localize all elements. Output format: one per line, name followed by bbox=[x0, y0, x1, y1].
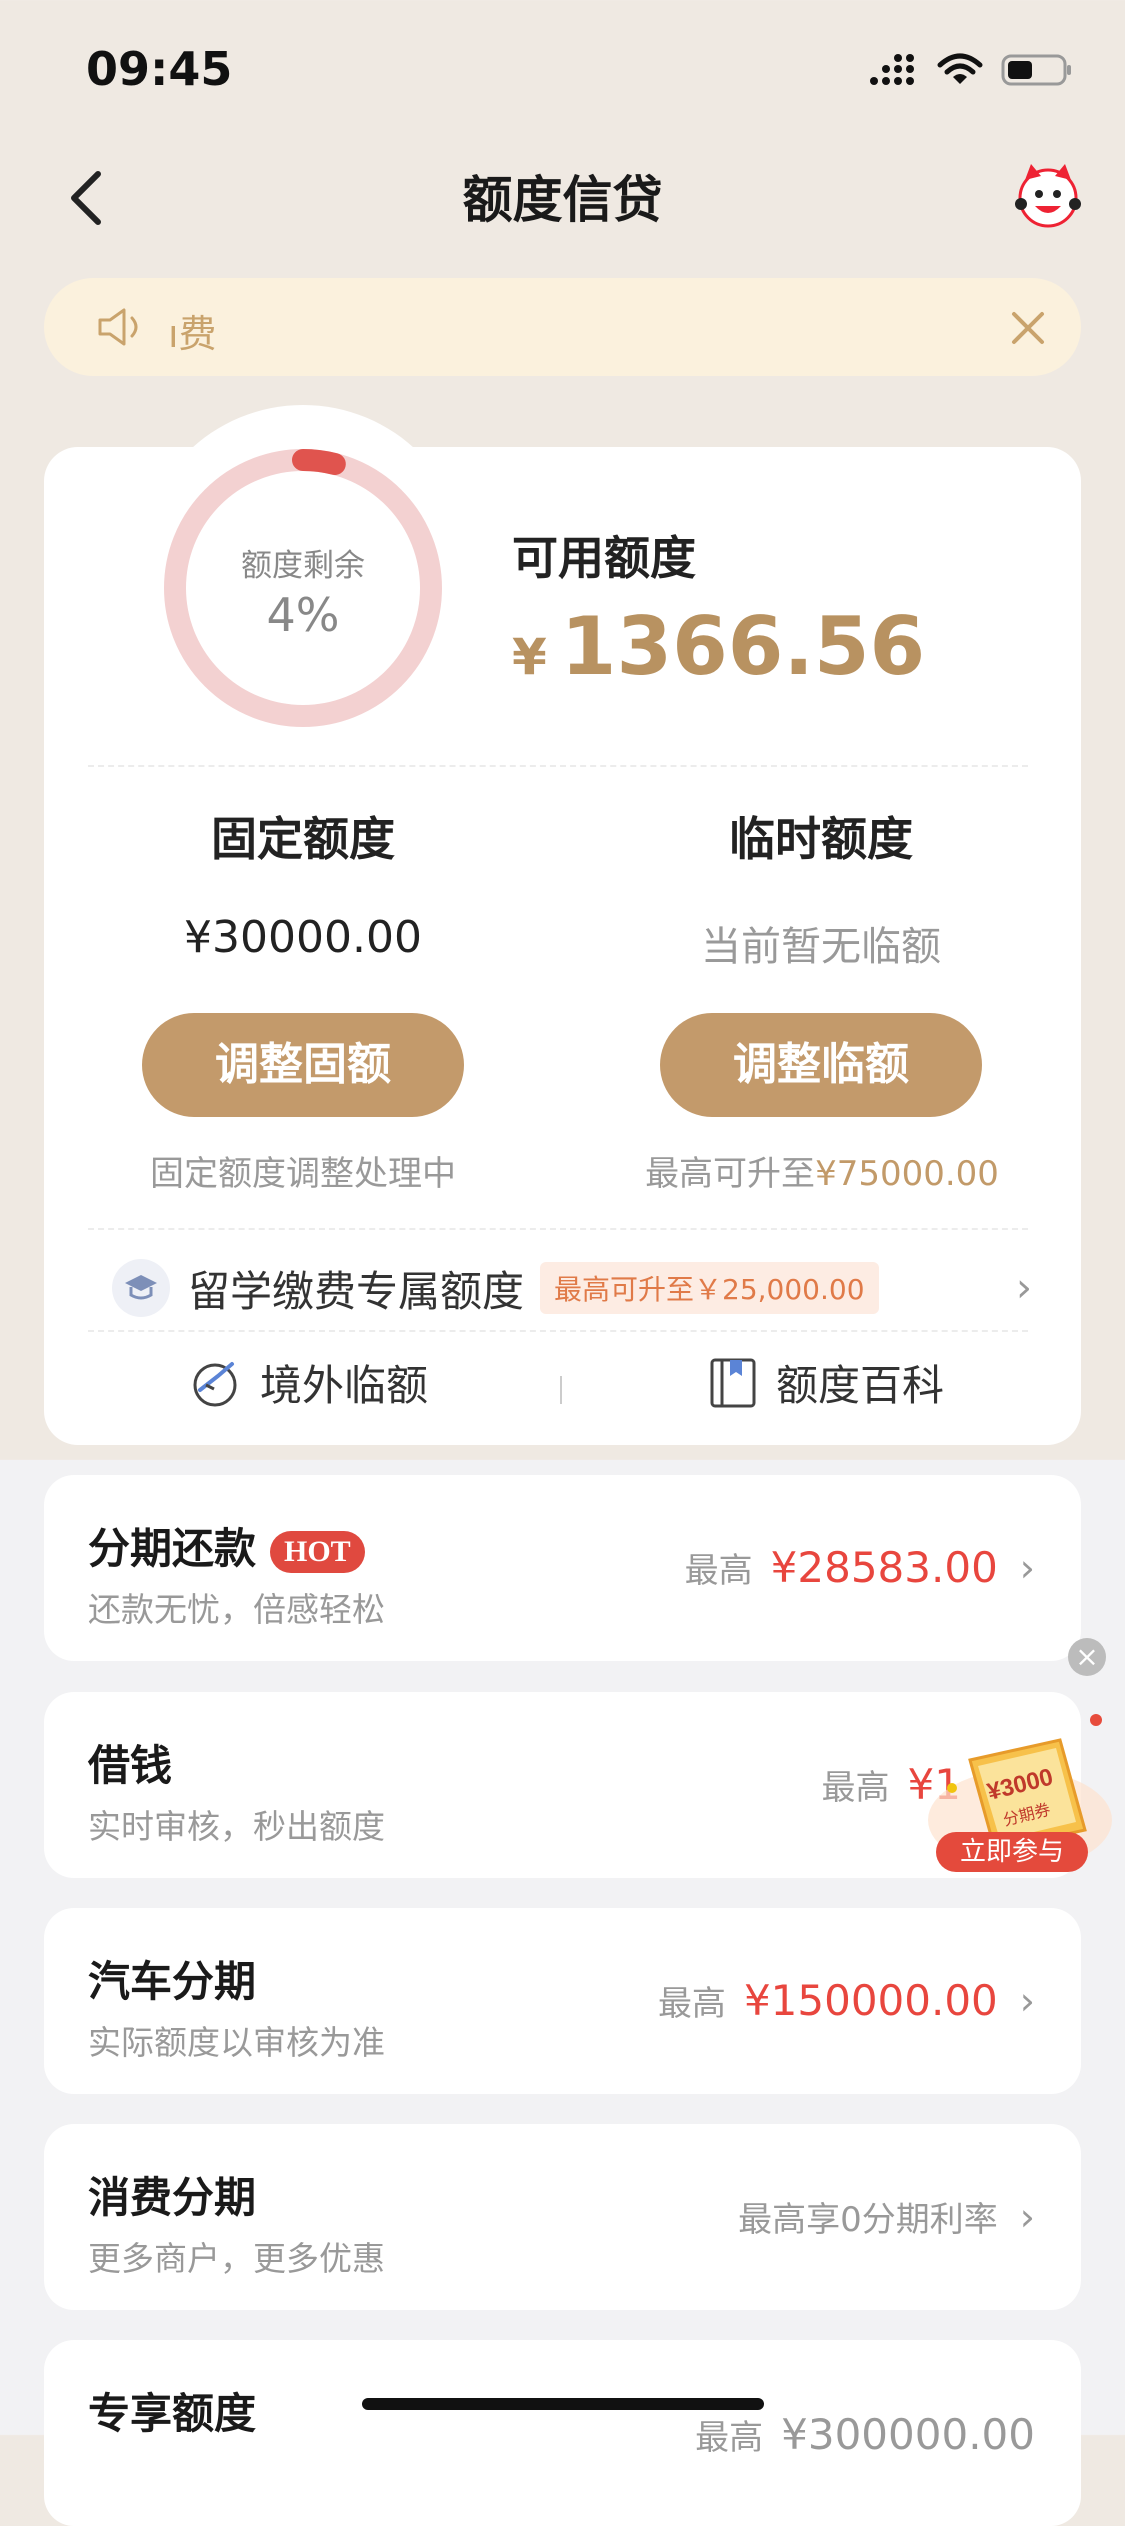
available-amount: ¥1366.56 bbox=[512, 600, 925, 693]
study-quota-badge: 最高可升至￥25,000.00 bbox=[540, 1262, 879, 1314]
home-indicator[interactable] bbox=[362, 2398, 764, 2410]
list-item-subtitle: 更多商户，更多优惠 bbox=[88, 2239, 385, 2278]
fixed-quota-value: ¥30000.00 bbox=[184, 912, 422, 963]
currency-symbol: ¥ bbox=[512, 628, 547, 686]
quota-wiki-label: 额度百科 bbox=[776, 1361, 945, 1410]
signal-icon bbox=[870, 54, 914, 85]
quota-wiki-link[interactable]: 额度百科 bbox=[708, 1352, 944, 1413]
temp-note-amount: ¥75000.00 bbox=[815, 1154, 999, 1194]
max-prefix: 最高享0分期利率 bbox=[738, 2200, 998, 2240]
chevron-right-icon: › bbox=[1019, 1978, 1035, 2023]
installment-repay-title: 分期还款 bbox=[88, 1524, 257, 1573]
study-quota-row[interactable]: 留学缴费专属额度 最高可升至￥25,000.00 › bbox=[112, 1256, 1032, 1320]
adjust-fixed-button[interactable]: 调整固额 bbox=[142, 1013, 464, 1117]
list-item-title: 专享额度 bbox=[88, 2389, 257, 2438]
notice-text: ı费 bbox=[168, 312, 217, 356]
status-time: 09:45 bbox=[86, 42, 233, 96]
divider bbox=[88, 1228, 1028, 1230]
list-item-title: 分期还款 HOT bbox=[88, 1515, 365, 1576]
list-item-subtitle: 实际额度以审核为准 bbox=[88, 2023, 385, 2062]
temp-quota-title: 临时额度 bbox=[729, 812, 913, 866]
hot-badge: HOT bbox=[270, 1530, 365, 1573]
max-prefix: 最高 bbox=[657, 1984, 726, 2024]
list-item-subtitle: 还款无忧，倍感轻松 bbox=[88, 1590, 385, 1629]
join-now-button[interactable]: 立即参与 bbox=[936, 1832, 1088, 1872]
list-item-title: 汽车分期 bbox=[88, 1957, 257, 2006]
temp-quota-note: 最高可升至¥75000.00 bbox=[582, 1146, 1062, 1195]
max-prefix: 最高 bbox=[821, 1768, 890, 1808]
fixed-quota-note: 固定额度调整处理中 bbox=[150, 1154, 456, 1194]
chevron-right-icon: › bbox=[1019, 1545, 1035, 1590]
mascot-icon[interactable] bbox=[1013, 160, 1083, 230]
divider bbox=[88, 1330, 1028, 1332]
list-item[interactable]: 汽车分期 实际额度以审核为准 最高 ¥150000.00 › bbox=[44, 1908, 1081, 2094]
list-item-subtitle: 实时审核，秒出额度 bbox=[88, 1807, 385, 1846]
status-icons bbox=[869, 50, 1073, 90]
fixed-quota-title: 固定额度 bbox=[211, 812, 395, 866]
chevron-right-icon: › bbox=[1019, 2194, 1035, 2239]
page-title: 额度信贷 bbox=[462, 171, 663, 229]
list-item-right: 最高 ¥28583.00 › bbox=[685, 1543, 1035, 1592]
list-item[interactable]: 专享额度 最高 ¥300000.00 bbox=[44, 2340, 1081, 2526]
chevron-right-icon: › bbox=[1016, 1265, 1032, 1311]
plane-globe-icon bbox=[193, 1361, 237, 1406]
overseas-temp-label: 境外临额 bbox=[260, 1361, 429, 1410]
quick-links: 境外临额 额度百科 bbox=[44, 1352, 1081, 1422]
speaker-icon bbox=[98, 308, 138, 346]
link-separator bbox=[560, 1376, 562, 1404]
adjust-temp-button[interactable]: 调整临额 bbox=[660, 1013, 982, 1117]
temp-quota-value: 当前暂无临额 bbox=[701, 924, 941, 970]
close-icon[interactable] bbox=[1008, 308, 1048, 348]
list-item-right: 最高享0分期利率 › bbox=[738, 2192, 1035, 2241]
list-item-right: 最高 ¥150000.00 › bbox=[658, 1976, 1035, 2025]
max-amount: ¥28583.00 bbox=[770, 1543, 998, 1592]
divider bbox=[88, 765, 1028, 767]
temp-note-prefix: 最高可升至 bbox=[645, 1154, 816, 1194]
available-label: 可用额度 bbox=[512, 531, 696, 585]
list-item[interactable]: 消费分期 更多商户，更多优惠 最高享0分期利率 › bbox=[44, 2124, 1081, 2310]
graduation-cap-icon bbox=[112, 1259, 170, 1317]
study-quota-label: 留学缴费专属额度 bbox=[188, 1266, 525, 1316]
list-item-title: 消费分期 bbox=[88, 2173, 257, 2222]
book-icon bbox=[710, 1358, 756, 1407]
max-prefix: 最高 bbox=[684, 1551, 753, 1591]
overseas-temp-link[interactable]: 境外临额 bbox=[188, 1352, 428, 1413]
list-item-title: 借钱 bbox=[88, 1741, 173, 1790]
available-amount-value: 1366.56 bbox=[560, 600, 926, 693]
list-item[interactable]: 分期还款 HOT 还款无忧，倍感轻松 最高 ¥28583.00 › bbox=[44, 1475, 1081, 1661]
ring-percent: 4% bbox=[266, 588, 340, 642]
ring-label: 额度剩余 bbox=[241, 548, 365, 584]
wifi-icon bbox=[937, 53, 983, 84]
float-close-button[interactable]: × bbox=[1068, 1638, 1106, 1676]
max-amount: ¥150000.00 bbox=[743, 1976, 998, 2025]
battery-icon bbox=[1001, 54, 1071, 86]
